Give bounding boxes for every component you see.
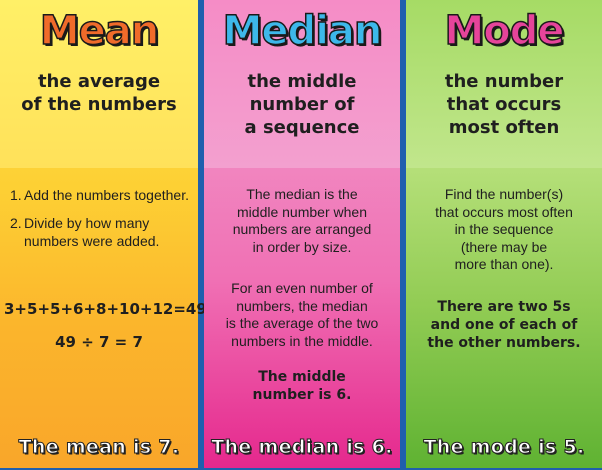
median-definition: the middle number of a sequence	[244, 71, 360, 138]
median-title: Median	[222, 7, 383, 55]
median-example-note: The middle number is 6.	[252, 369, 352, 403]
mode-definition: the number that occurs most often	[444, 71, 564, 138]
median-result: The median is 6.	[211, 436, 393, 459]
mode-explanation: Find the number(s) that occurs most ofte…	[435, 186, 573, 272]
mean-steps: 1. Add the numbers together. 2. Divide b…	[10, 186, 190, 260]
mean-definition: the average of the numbers	[21, 71, 177, 115]
mean-step-text: Divide by how many numbers were added.	[24, 215, 160, 249]
median-panel: Median the middle number of a sequence T…	[204, 0, 400, 468]
mode-example-note: There are two 5s and one of each of the …	[427, 299, 581, 351]
median-even-explanation: For an even number of numbers, the media…	[225, 280, 379, 349]
mean-sum-equation: 3+5+5+6+8+10+12=49	[4, 300, 207, 318]
mean-step-text: Add the numbers together.	[24, 187, 189, 203]
mode-result: The mode is 5.	[423, 436, 585, 459]
mean-step: 2. Divide by how many numbers were added…	[10, 214, 190, 250]
mean-result-bar: The mean is 7.	[0, 426, 198, 468]
mode-panel: Mode the number that occurs most often F…	[406, 0, 602, 468]
median-explanation: The median is the middle number when num…	[232, 186, 372, 255]
median-result-bar: The median is 6.	[204, 426, 400, 468]
mean-step-number: 2.	[10, 215, 22, 231]
mean-panel: Mean the average of the numbers 1. Add t…	[0, 0, 207, 468]
mode-result-bar: The mode is 5.	[406, 426, 602, 468]
mean-result: The mean is 7.	[18, 436, 180, 459]
mean-division-equation: 49 ÷ 7 = 7	[55, 333, 143, 351]
mean-title: Mean	[39, 7, 160, 55]
poster: Mean the average of the numbers 1. Add t…	[0, 0, 602, 468]
mean-step-number: 1.	[10, 187, 22, 203]
mode-title: Mode	[444, 7, 566, 55]
mean-step: 1. Add the numbers together.	[10, 186, 190, 204]
